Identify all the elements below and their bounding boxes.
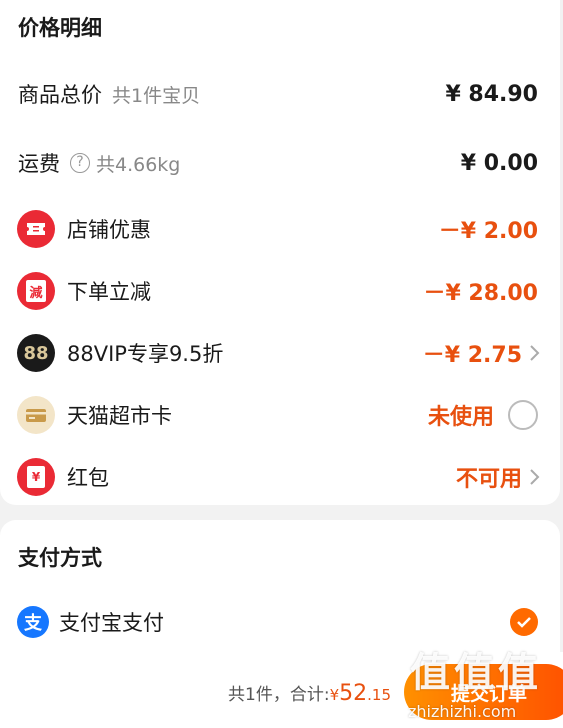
tmall-card-status: 未使用 xyxy=(427,405,494,430)
red-packet-status: 不可用 xyxy=(455,467,522,492)
vip-discount-label: 88VIP专享9.5折 xyxy=(67,342,224,366)
total-integer: 52 xyxy=(339,681,368,706)
red-packet-label: 红包 xyxy=(67,466,109,490)
payment-method-title: 支付方式 xyxy=(18,546,102,570)
shop-discount-label: 店铺优惠 xyxy=(67,218,151,242)
payment-method-card: 支付方式 支 支付宝支付 xyxy=(0,520,560,652)
shop-discount-amount: －¥ 2.00 xyxy=(438,219,538,244)
tmall-card-label: 天猫超市卡 xyxy=(67,404,172,428)
order-reduce-row: 減 下单立减 －¥ 28.00 xyxy=(0,267,560,315)
goods-count: 共1件宝贝 xyxy=(112,84,201,107)
chevron-right-icon xyxy=(530,469,540,485)
vip-discount-amount: －¥ 2.75 xyxy=(422,343,522,368)
order-summary: 共1件，合计:¥52.15 xyxy=(228,680,391,706)
alipay-label: 支付宝支付 xyxy=(59,611,164,635)
reduce-icon: 減 xyxy=(17,272,55,310)
vip-88-icon: 88 xyxy=(17,334,55,372)
price-detail-card: 价格明细 商品总价 共1件宝贝 ¥ 84.90 运费 ? 共4.66kg ¥ 0… xyxy=(0,0,560,505)
check-icon[interactable] xyxy=(510,608,538,636)
red-packet-row[interactable]: ¥ 红包 不可用 xyxy=(0,453,560,501)
total-currency: ¥ xyxy=(329,686,340,704)
goods-total-label: 商品总价 xyxy=(18,83,102,107)
price-detail-title: 价格明细 xyxy=(18,16,102,40)
goods-total-amount: ¥ 84.90 xyxy=(445,81,538,107)
item-count: 共1件， xyxy=(228,685,290,705)
tmall-card-row[interactable]: 天猫超市卡 未使用 xyxy=(0,391,560,439)
question-icon[interactable]: ? xyxy=(70,153,90,173)
total-decimal: .15 xyxy=(367,686,391,704)
ticket-icon xyxy=(17,210,55,248)
reduce-icon-glyph: 減 xyxy=(26,280,46,302)
tmall-card-radio[interactable] xyxy=(508,400,538,430)
shipping-weight: 共4.66kg xyxy=(96,153,181,176)
goods-total-row: 商品总价 共1件宝贝 ¥ 84.90 xyxy=(0,70,560,118)
card-icon xyxy=(17,396,55,434)
shipping-label: 运费 xyxy=(18,152,60,176)
red-packet-glyph: ¥ xyxy=(27,466,45,488)
vip-discount-row[interactable]: 88 88VIP专享9.5折 －¥ 2.75 xyxy=(0,329,560,377)
alipay-icon: 支 xyxy=(17,606,49,638)
shipping-amount: ¥ 0.00 xyxy=(460,150,538,176)
shop-discount-row: 店铺优惠 －¥ 2.00 xyxy=(0,205,560,253)
submit-order-button[interactable]: 提交订单 xyxy=(404,664,563,720)
red-packet-icon: ¥ xyxy=(17,458,55,496)
order-reduce-label: 下单立减 xyxy=(67,280,151,304)
shipping-row: 运费 ? 共4.66kg ¥ 0.00 xyxy=(0,139,560,187)
total-label: 合计: xyxy=(289,685,330,705)
order-reduce-amount: －¥ 28.00 xyxy=(423,281,538,306)
alipay-option[interactable]: 支 支付宝支付 xyxy=(0,598,560,646)
chevron-right-icon xyxy=(530,345,540,361)
bottom-bar: 共1件，合计:¥52.15 提交订单 xyxy=(0,652,563,728)
